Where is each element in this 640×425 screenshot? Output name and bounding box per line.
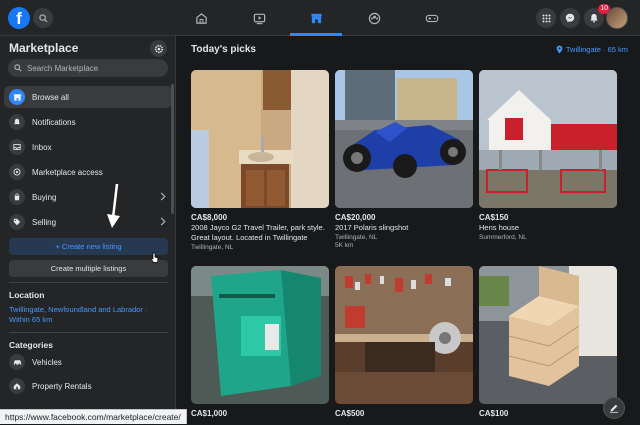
sidebar-item-label: Marketplace access [32, 167, 103, 177]
listing-price: CA$150 [479, 213, 509, 222]
listing-price: CA$1,000 [191, 409, 228, 418]
notifications-button[interactable]: 10 [584, 4, 610, 28]
listing-title: Hens house [479, 223, 520, 232]
listing-price: CA$20,000 [335, 213, 376, 222]
location-heading: Location [9, 290, 45, 300]
browser-status-url: https://www.facebook.com/marketplace/cre… [0, 409, 187, 424]
access-icon [9, 164, 25, 180]
house-icon [9, 378, 25, 394]
location-pin-icon [556, 45, 563, 54]
marketplace-feed: Today's picks Twillingate · 65 km CA$8,0… [177, 36, 640, 424]
sidebar-scrollbar[interactable] [171, 84, 174, 214]
tab-marketplace[interactable] [290, 0, 342, 36]
gaming-icon [425, 14, 439, 22]
sidebar-item-selling[interactable]: Selling [4, 211, 172, 233]
messenger-icon [565, 13, 575, 23]
listing-photo[interactable] [191, 70, 329, 208]
listing-distance: 5K km [335, 242, 354, 249]
category-property-rentals[interactable]: Property Rentals [4, 375, 172, 397]
sidebar-item-label: Buying [32, 192, 57, 202]
search-input[interactable] [27, 63, 167, 73]
divider [9, 332, 168, 333]
listing-location: Summerford, NL [479, 234, 527, 241]
search-button[interactable] [33, 8, 53, 28]
listing-location: Twillingate, NL [335, 234, 378, 241]
tab-home[interactable] [175, 0, 227, 36]
listing-price: CA$8,000 [191, 213, 228, 222]
listing-photo[interactable] [191, 266, 329, 404]
feed-location-label: Twillingate · 65 km [565, 45, 628, 54]
compose-button[interactable] [603, 397, 625, 419]
inbox-icon [9, 139, 25, 155]
messenger-button[interactable] [560, 8, 580, 28]
top-navigation-bar: f 10 [0, 0, 640, 36]
chevron-right-icon [160, 192, 166, 201]
tab-groups[interactable] [348, 0, 400, 36]
sidebar-item-browse-all[interactable]: Browse all [4, 86, 172, 108]
pencil-icon [610, 404, 618, 413]
marketplace-sidebar: Marketplace Browse all Notifications Inb… [0, 36, 176, 424]
video-icon [253, 13, 265, 24]
listing-card[interactable]: CA$20,000 2017 Polaris slingshot Twillin… [335, 70, 473, 249]
search-icon [38, 13, 48, 23]
section-title: Today's picks [191, 44, 256, 55]
listing-price: CA$100 [479, 409, 509, 418]
listing-card[interactable]: CA$150 Hens house Summerford, NL [479, 70, 617, 241]
sidebar-item-label: Notifications [32, 117, 76, 127]
location-link[interactable]: Twillingate, Newfoundland and Labrador ·… [9, 305, 159, 325]
settings-button[interactable] [150, 40, 167, 57]
listing-photo[interactable] [479, 70, 617, 208]
categories-heading: Categories [9, 340, 53, 350]
marketplace-search[interactable] [8, 59, 168, 77]
listing-card[interactable]: CA$1,000 [191, 266, 329, 418]
annotation-arrow [107, 183, 120, 228]
facebook-logo[interactable]: f [8, 7, 30, 29]
menu-button[interactable] [536, 8, 556, 28]
divider [9, 282, 168, 283]
listing-card[interactable]: CA$100 [479, 266, 617, 418]
sidebar-title: Marketplace [9, 41, 79, 55]
bag-icon [9, 189, 25, 205]
tag-icon [9, 214, 25, 230]
listing-price: CA$500 [335, 409, 365, 418]
listing-photo[interactable] [335, 70, 473, 208]
chevron-right-icon [160, 217, 166, 226]
feed-location-link[interactable]: Twillingate · 65 km [556, 45, 628, 54]
sidebar-item-inbox[interactable]: Inbox [4, 136, 172, 158]
hand-cursor-icon [150, 252, 159, 263]
sidebar-item-buying[interactable]: Buying [4, 186, 172, 208]
car-icon [9, 354, 25, 370]
sidebar-item-notifications[interactable]: Notifications [4, 111, 172, 133]
category-label: Vehicles [32, 357, 62, 367]
create-multiple-listings-button[interactable]: Create multiple listings [9, 260, 168, 277]
search-icon [14, 64, 22, 72]
listing-title: 2008 Jayco G2 Travel Trailer, park style… [191, 223, 325, 242]
listing-card[interactable]: CA$500 [335, 266, 473, 418]
bell-icon [9, 114, 25, 130]
create-new-listing-button[interactable]: + Create new listing [9, 238, 168, 255]
groups-icon [368, 12, 380, 24]
tab-gaming[interactable] [406, 0, 458, 36]
store-icon [9, 89, 25, 105]
listing-photo[interactable] [335, 266, 473, 404]
home-icon [195, 12, 207, 24]
grid-menu-icon [542, 14, 550, 22]
sidebar-item-label: Selling [32, 217, 57, 227]
bell-icon [590, 14, 598, 23]
gear-icon [154, 44, 163, 53]
tab-watch[interactable] [233, 0, 285, 36]
sidebar-item-label: Browse all [32, 92, 69, 102]
listing-location: Twillingate, NL [191, 244, 234, 251]
sidebar-item-marketplace-access[interactable]: Marketplace access [4, 161, 172, 183]
store-icon [310, 13, 322, 23]
category-label: Property Rentals [32, 381, 92, 391]
listing-card[interactable]: CA$8,000 2008 Jayco G2 Travel Trailer, p… [191, 70, 329, 251]
sidebar-item-label: Inbox [32, 142, 52, 152]
listing-photo[interactable] [479, 266, 617, 404]
listing-title: 2017 Polaris slingshot [335, 223, 409, 232]
category-vehicles[interactable]: Vehicles [4, 351, 172, 373]
profile-avatar[interactable] [606, 7, 628, 29]
